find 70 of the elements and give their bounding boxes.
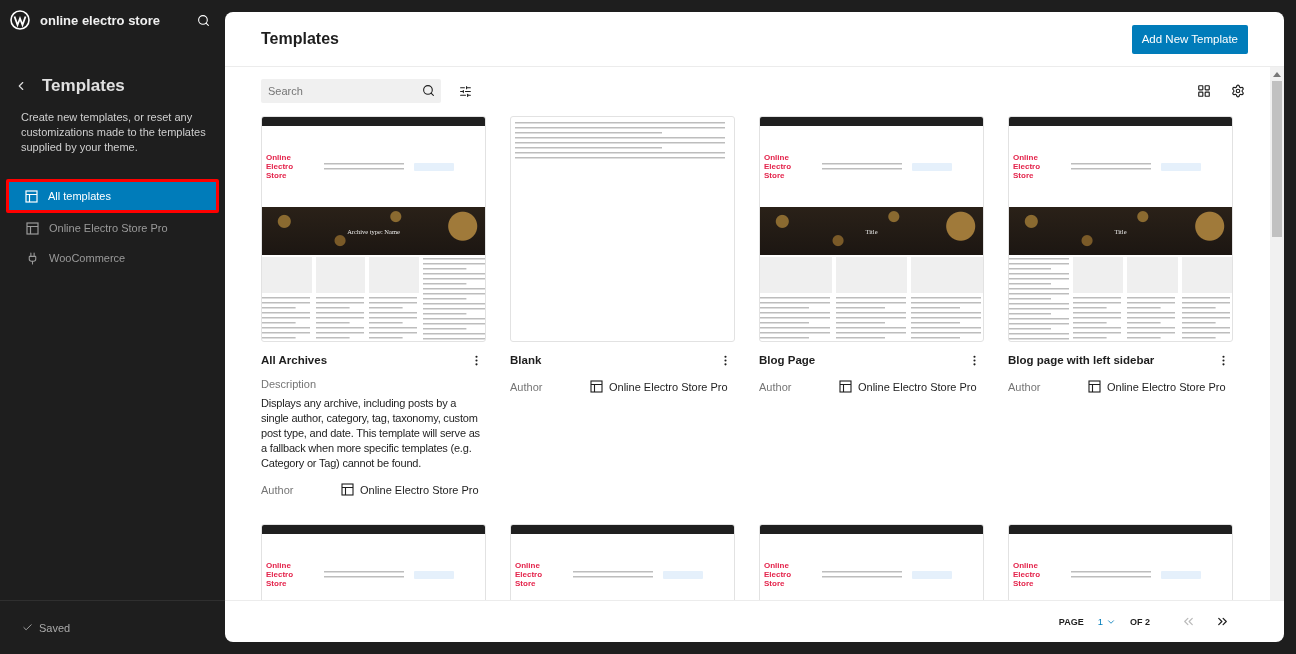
layout-icon [590,380,603,393]
preview-search-field [912,570,952,579]
text-lines-drawing [315,296,364,341]
scroll-up-arrow-icon[interactable] [1273,71,1281,77]
text-lines-drawing [911,296,982,341]
layout-icon [341,483,354,496]
preview-search-field [1161,162,1201,171]
preview-logo: Online Electro Store [764,153,793,180]
image-placeholder [911,257,983,293]
template-title[interactable]: Blog page with left sidebar [1008,354,1155,366]
preview-search-field [414,162,454,171]
author-name: Online Electro Store Pro [360,483,479,496]
preview-logo: Online Electro Store [1013,561,1042,588]
layout-icon [26,221,39,235]
preview-logo: Online Electro Store [515,561,544,588]
sidebar-heading: Templates [42,76,125,96]
text-lines-drawing [262,296,310,341]
text-lines-drawing [1181,296,1230,341]
preview-logo: Online Electro Store [266,153,295,180]
template-preview[interactable]: Online Electro Store [261,524,486,600]
preview-logo: Online Electro Store [266,561,295,588]
author-label: Author [510,380,544,393]
text-lines-drawing [760,296,830,341]
plug-icon [26,251,39,265]
scrollbar-thumb[interactable] [1272,81,1282,237]
description-label: Description [261,378,317,390]
preview-logo: Online Electro Store [1013,153,1042,180]
text-lines-drawing [1073,296,1121,341]
layout-icon [25,189,38,203]
image-placeholder [1181,257,1232,293]
author-name: Online Electro Store Pro [1107,380,1226,393]
image-placeholder [262,257,312,293]
author-label: Author [261,483,295,496]
page-select[interactable]: 1 [1091,616,1122,627]
preview-search-field [912,162,952,171]
preview-search-field [414,570,454,579]
page-total: OF 2 [1130,616,1150,627]
text-lines-drawing [369,296,418,341]
sidebar-nav-item[interactable]: WooCommerce [6,243,219,273]
page-label: PAGE [1058,616,1084,627]
template-title[interactable]: All Archives [261,354,328,366]
preview-search-field [1161,570,1201,579]
template-title[interactable]: Blank [510,354,542,366]
text-lines-drawing [1127,296,1176,341]
save-status: Saved [39,621,71,634]
layout-icon [1088,380,1101,393]
author-name: Online Electro Store Pro [858,380,977,393]
text-lines-drawing [835,296,906,341]
search-field[interactable]: Search [261,79,441,103]
template-preview[interactable]: Online Electro Store [1008,524,1233,600]
layout-icon [839,380,852,393]
sidebar-nav-item[interactable]: All templates [6,179,219,213]
wordpress-logo-icon[interactable] [10,10,30,30]
template-title[interactable]: Blog Page [759,354,816,366]
author-name: Online Electro Store Pro [609,380,728,393]
add-new-template-button[interactable]: Add New Template [1131,24,1248,54]
preview-search-field [663,570,703,579]
author-label: Author [759,380,793,393]
sidebar-nav-item[interactable]: Online Electro Store Pro [6,213,219,243]
search-icon[interactable] [422,84,435,97]
author-label: Author [1008,380,1042,393]
template-description: Displays any archive, including posts by a single author, category, tag, taxonomy, custom post type, and date. This template will serve as a fallback when more specific templates (e.g. Category or Tag) cannot be found. [261,396,481,471]
preview-logo: Online Electro Store [764,561,793,588]
image-placeholder [760,257,832,293]
template-preview[interactable]: Online Electro Store [759,524,984,600]
page-title: Templates [261,30,339,48]
site-title[interactable]: online electro store [40,12,183,28]
sidebar-description: Create new templates, or reset any customizations made to the templates supplied by your theme. [21,110,207,155]
check-icon [22,622,33,633]
template-preview[interactable]: Online Electro Store [510,524,735,600]
